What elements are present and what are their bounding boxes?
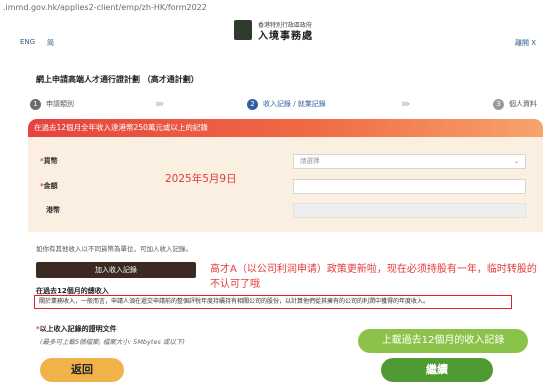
- policy-annotation: 高才A（以公司利润申请）政策更新啦，现在必须持股有一年，临时转股的不认可了哦: [210, 264, 537, 290]
- step-3-label: 個人資料: [509, 100, 537, 108]
- step-3: 3 個人資料: [493, 96, 537, 112]
- income-banner: 在過去12個月全年收入達港幣250萬元或以上的記錄: [28, 119, 543, 137]
- step-indicator: 1 申請類別 ››› 2 收入記錄 / 就業記錄 ››› 3 個人資料: [30, 96, 553, 112]
- amount-input[interactable]: [293, 179, 526, 194]
- hkd-amount-field: [293, 203, 526, 218]
- business-income-note: 關於業務收入，一般而言，申請人須在遞交申請前的整個評稅年度持續持有相關公司的股份…: [34, 295, 512, 309]
- chevron-right-icon: ›››: [401, 97, 410, 110]
- back-button[interactable]: 返回: [40, 358, 124, 382]
- step-1-number: 1: [30, 98, 41, 110]
- close-link[interactable]: 離開 X: [515, 38, 536, 48]
- proof-docs-hint: (最多可上載5個檔案; 檔案大小: 5Mbytes 或以下): [40, 338, 185, 346]
- step-1: 1 申請類別: [30, 96, 74, 112]
- proof-docs-label: *以上收入記錄的證明文件: [36, 325, 117, 333]
- lang-zh-link[interactable]: 简: [47, 38, 54, 48]
- multi-currency-note: 如你有其他收入以不同貨幣為單位，可加入收入記錄。: [36, 245, 192, 253]
- currency-placeholder: 請選擇: [300, 157, 320, 165]
- dept-name: 入境事務處: [258, 31, 313, 42]
- continue-button[interactable]: 繼續: [381, 358, 493, 382]
- site-header: 香港特別行政區政府 入境事務處 ENG 简 離開 X: [0, 16, 553, 62]
- chevron-right-icon: ›››: [155, 97, 164, 110]
- page-title: 網上申請高端人才通行證計劃 （高才通計劃）: [36, 75, 199, 84]
- step-2-number: 2: [247, 98, 258, 110]
- upload-annotation: 上載過去12個月的收入記錄: [358, 329, 528, 353]
- address-bar[interactable]: .immd.gov.hk/applies2-client/emp/zh-HK/f…: [0, 0, 553, 16]
- hkd-label: 港幣: [46, 206, 60, 214]
- step-2: 2 收入記錄 / 就業記錄: [247, 96, 326, 112]
- step-2-label: 收入記錄 / 就業記錄: [263, 100, 326, 108]
- currency-label: *貨幣: [40, 157, 58, 165]
- add-income-button[interactable]: 加入收入記錄: [36, 262, 196, 278]
- step-1-label: 申請類別: [46, 100, 74, 108]
- immd-logo: 香港特別行政區政府 入境事務處: [234, 20, 314, 42]
- chevron-down-icon: ⌄: [513, 158, 519, 165]
- currency-select[interactable]: 請選擇 ⌄: [293, 154, 526, 169]
- lang-eng-link[interactable]: ENG: [20, 38, 35, 46]
- amount-label: *金額: [40, 182, 58, 190]
- step-3-number: 3: [493, 98, 504, 110]
- emblem-icon: [234, 20, 252, 40]
- date-annotation: 2025年5月9日: [165, 173, 237, 185]
